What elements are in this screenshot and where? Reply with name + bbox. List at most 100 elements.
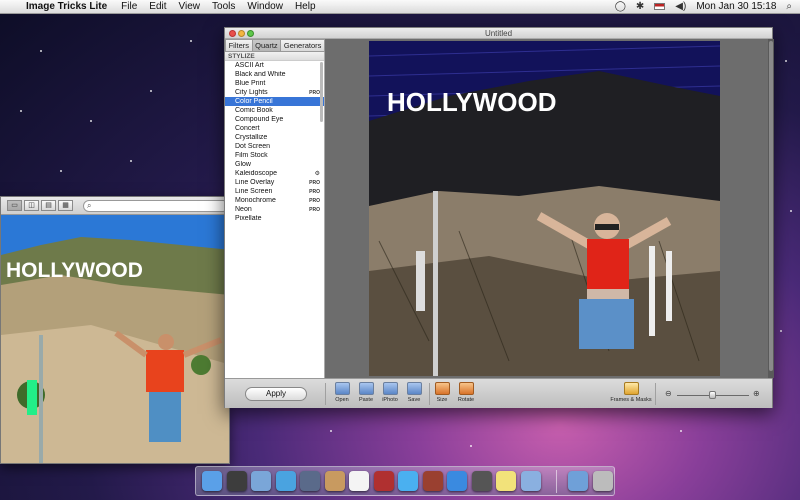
filter-item[interactable]: Crystallize [225, 133, 324, 142]
time-machine-icon[interactable] [471, 471, 492, 491]
dashboard-icon[interactable] [226, 471, 247, 491]
pro-badge: PRO [309, 188, 320, 195]
view-split-icon[interactable]: ◫ [24, 200, 39, 211]
chat-icon[interactable]: ◯ [615, 1, 626, 12]
frames-masks-button[interactable]: Frames & Masks [607, 382, 655, 403]
size-button[interactable]: Size [429, 382, 455, 403]
filter-item-label: Monochrome [235, 197, 276, 204]
filter-item-label: Crystallize [235, 134, 268, 141]
zoom-slider-knob[interactable] [709, 391, 716, 399]
safari-icon[interactable] [275, 471, 296, 491]
zoom-in-icon[interactable]: ⊕ [753, 389, 760, 398]
itunes-icon[interactable] [398, 471, 418, 491]
filter-item[interactable]: Line Screen PRO [225, 187, 324, 196]
menu-edit[interactable]: Edit [143, 1, 172, 12]
flag-icon[interactable] [654, 3, 666, 10]
filter-item-label: Dot Screen [235, 143, 271, 150]
tab-quartz[interactable]: Quartz [252, 39, 282, 52]
dock [195, 466, 615, 496]
paste-icon [358, 382, 374, 395]
photo-icon[interactable] [422, 471, 443, 491]
downloads-icon[interactable] [568, 471, 588, 491]
filter-item[interactable]: Line Overlay PRO [225, 178, 324, 187]
filter-item[interactable]: City Lights PRO [225, 88, 324, 97]
save-label: Save [407, 397, 421, 403]
filtered-image[interactable]: HOLLYWOOD [369, 41, 720, 376]
save-icon [406, 382, 422, 395]
paste-button[interactable]: Paste [353, 382, 379, 403]
filter-item[interactable]: Compound Eye [225, 115, 324, 124]
settings-gear-icon[interactable]: ⚙ [315, 170, 320, 177]
filter-item[interactable]: ASCII Art [225, 61, 324, 70]
calendar-icon[interactable] [349, 471, 369, 491]
filter-item[interactable]: Color Pencil [225, 97, 324, 106]
view-list-icon[interactable]: ▤ [41, 200, 56, 211]
rotate-label: Rotate [457, 397, 475, 403]
menu-bar: Image Tricks Lite File Edit View Tools W… [0, 0, 800, 14]
notes-icon[interactable] [496, 471, 516, 491]
section-header: STYLIZE [225, 52, 324, 61]
filter-item[interactable]: Glow [225, 160, 324, 169]
save-button[interactable]: Save [401, 382, 427, 403]
filter-item[interactable]: Comic Book [225, 106, 324, 115]
filter-item[interactable]: Neon PRO [225, 205, 324, 214]
zoom-out-icon[interactable]: ⊖ [665, 389, 672, 398]
folder-icon[interactable] [520, 471, 541, 491]
trash-icon[interactable] [593, 471, 613, 491]
pro-badge: PRO [309, 197, 320, 204]
apply-button[interactable]: Apply [245, 387, 307, 401]
search-input[interactable]: ⌕ [83, 199, 229, 212]
menu-tools[interactable]: Tools [206, 1, 241, 12]
filter-item[interactable]: Film Stock [225, 151, 324, 160]
toolbar-separator [325, 383, 326, 405]
tab-generators[interactable]: Generators [281, 39, 325, 52]
tab-bar: Filters Quartz Generators [225, 39, 325, 52]
volume-icon[interactable]: ◀) [675, 1, 686, 12]
filter-item-label: Blue Print [235, 80, 266, 87]
tab-filters[interactable]: Filters [225, 39, 253, 52]
menu-help[interactable]: Help [289, 1, 322, 12]
filter-item[interactable]: Dot Screen [225, 142, 324, 151]
iphoto-icon [382, 382, 398, 395]
filter-item[interactable]: Monochrome PRO [225, 196, 324, 205]
filter-item[interactable]: Blue Print [225, 79, 324, 88]
open-button[interactable]: Open [329, 382, 355, 403]
contacts-icon[interactable] [324, 471, 345, 491]
app-menu[interactable]: Image Tricks Lite [22, 1, 115, 12]
filter-item-label: Concert [235, 125, 260, 132]
filter-item[interactable]: Concert [225, 124, 324, 133]
filter-item[interactable]: Kaleidoscope ⚙ [225, 169, 324, 178]
bluetooth-icon[interactable]: ✱ [636, 1, 644, 12]
menu-view[interactable]: View [173, 1, 207, 12]
mail-stamp-icon[interactable] [251, 471, 271, 491]
menu-window[interactable]: Window [241, 1, 289, 12]
filter-item-label: Kaleidoscope [235, 170, 278, 177]
pro-badge: PRO [309, 179, 320, 186]
clock[interactable]: Mon Jan 30 15:18 [696, 1, 776, 12]
back-window[interactable]: ▭ ◫ ▤ ▦ ⌕ HOLLYWOOD [0, 196, 230, 464]
view-grid-icon[interactable]: ▦ [58, 200, 73, 211]
title-bar[interactable]: Untitled [225, 28, 772, 39]
menu-file[interactable]: File [115, 1, 143, 12]
filter-list[interactable]: STYLIZE ASCII Art Black and White Blue Pri… [225, 52, 325, 378]
facetime-icon[interactable] [300, 471, 320, 491]
filter-item[interactable]: Pixellate [225, 214, 324, 223]
zoom-control: ⊖ ⊕ [659, 389, 767, 401]
rotate-button[interactable]: Rotate [453, 382, 479, 403]
frames-label: Frames & Masks [610, 397, 652, 403]
filter-item[interactable]: Black and White [225, 70, 324, 79]
filter-list-scrollbar[interactable] [320, 62, 323, 122]
view-single-icon[interactable]: ▭ [7, 200, 22, 211]
hollywood-sign: HOLLYWOOD [6, 259, 143, 282]
finder-icon[interactable] [202, 471, 222, 491]
scroll-thumb[interactable] [769, 41, 773, 371]
pro-badge: PRO [309, 89, 320, 96]
photo-booth-icon[interactable] [373, 471, 394, 491]
canvas-scrollbar[interactable] [768, 39, 774, 378]
app-store-icon[interactable] [447, 471, 467, 491]
canvas-area[interactable]: HOLLYWOOD [325, 39, 774, 378]
paste-label: Paste [358, 397, 374, 403]
iphoto-button[interactable]: iPhoto [377, 382, 403, 403]
spotlight-icon[interactable]: ⌕ [786, 1, 792, 12]
filter-item-label: Black and White [235, 71, 286, 78]
